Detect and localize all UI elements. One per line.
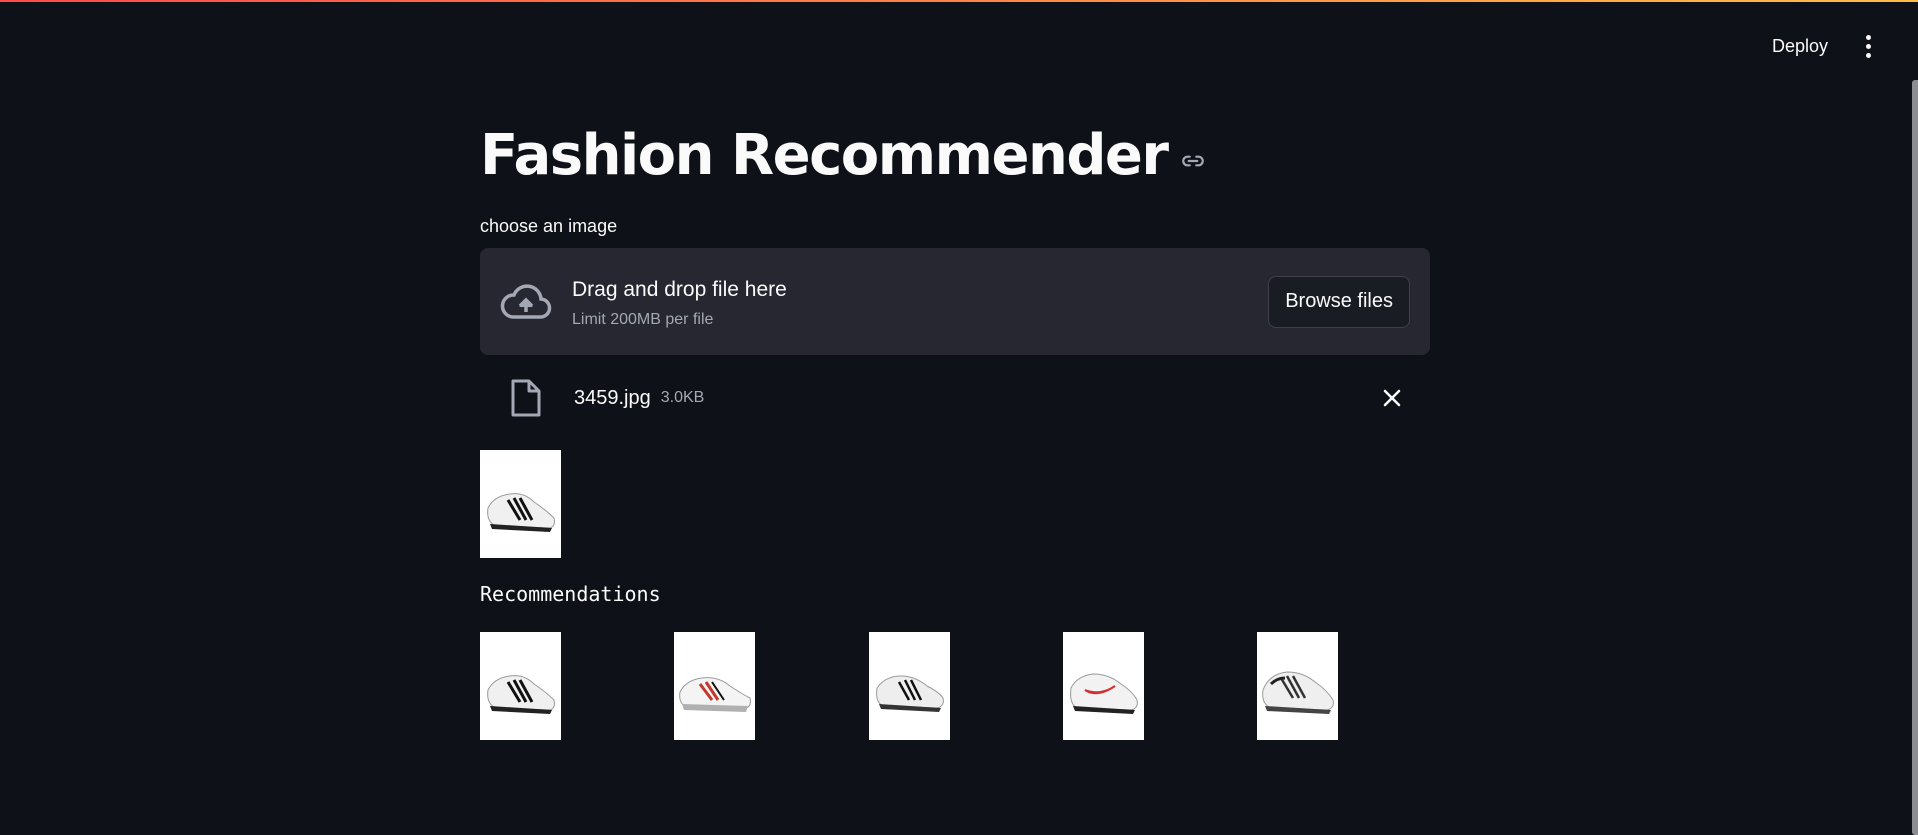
dropzone-limit: Limit 200MB per file [572, 310, 714, 328]
browse-files-button[interactable]: Browse files [1268, 275, 1410, 328]
cloud-upload-icon [500, 283, 552, 319]
recommendations-heading: Recommendations [480, 582, 661, 606]
uploader-label: choose an image [480, 216, 618, 236]
uploaded-image-preview [480, 450, 561, 558]
link-icon[interactable] [1180, 148, 1206, 174]
recommendation-image-4 [1063, 632, 1144, 740]
dropzone-text: Drag and drop file here Limit 200MB per … [572, 275, 1268, 329]
uploaded-file-size: 3.0KB [660, 389, 705, 406]
recommendation-image-5 [1257, 632, 1338, 740]
recommendation-image-2 [674, 632, 755, 740]
page-title: Fashion Recommender [480, 123, 1169, 188]
app-header: Deploy [1518, 0, 1918, 92]
file-dropzone[interactable]: Drag and drop file here Limit 200MB per … [480, 248, 1430, 355]
uploaded-file-row: 3459.jpg 3.0KB [480, 372, 1430, 424]
close-icon[interactable] [1378, 384, 1406, 412]
file-icon [511, 379, 541, 417]
recommendation-image-1 [480, 632, 561, 740]
uploaded-file-name: 3459.jpg [574, 386, 651, 409]
dropzone-instructions: Drag and drop file here [572, 277, 787, 301]
recommendation-image-3 [869, 632, 950, 740]
deploy-button[interactable]: Deploy [1760, 30, 1840, 63]
kebab-menu-icon[interactable] [1854, 28, 1882, 64]
scrollbar[interactable] [1912, 80, 1918, 835]
title-row: Fashion Recommender [480, 118, 1206, 194]
app-page: Deploy Fashion Recommender choose an ima… [0, 0, 1918, 835]
